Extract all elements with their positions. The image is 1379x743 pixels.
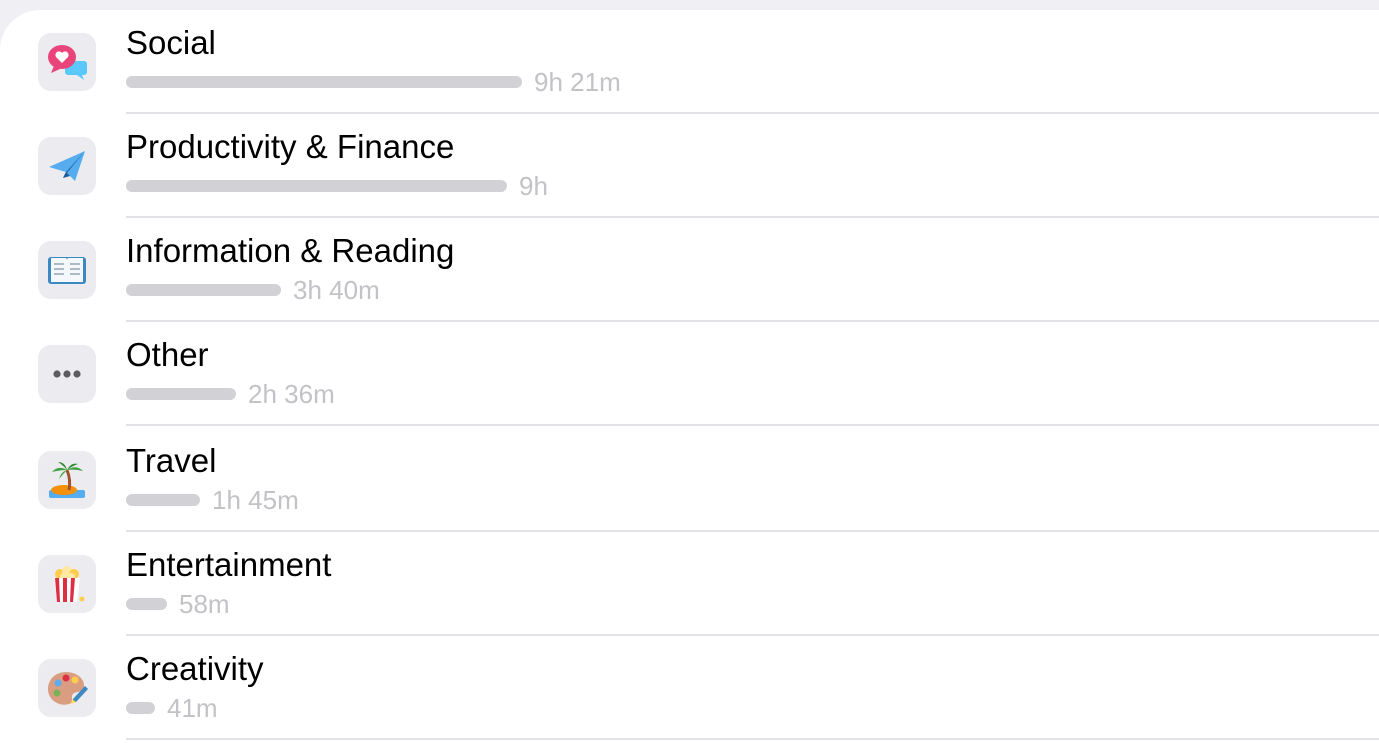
category-icon-tile [38, 241, 96, 299]
category-label: Information & Reading [126, 232, 455, 269]
row-separator [126, 424, 1379, 426]
category-list-card: Social 9h 21m Productivity & Finance 9h [0, 10, 1379, 743]
category-row-information-reading[interactable]: Information & Reading 3h 40m [0, 218, 1379, 322]
category-duration: 58m [179, 589, 230, 619]
category-row-creativity[interactable]: Creativity 41m [0, 636, 1379, 740]
desert-island-icon [49, 462, 85, 498]
category-duration: 1h 45m [212, 485, 299, 515]
category-icon-tile [38, 555, 96, 613]
category-icon-tile [38, 137, 96, 195]
category-icon-tile [38, 659, 96, 717]
category-label: Creativity [126, 650, 264, 687]
category-label: Social [126, 24, 216, 61]
usage-bar [126, 702, 155, 714]
category-row-productivity-finance[interactable]: Productivity & Finance 9h [0, 114, 1379, 218]
more-dots-icon [53, 370, 81, 378]
category-icon-tile [38, 451, 96, 509]
category-duration: 2h 36m [248, 379, 335, 409]
usage-bar [126, 180, 507, 192]
category-row-travel[interactable]: Travel 1h 45m [0, 428, 1379, 532]
popcorn-icon [54, 566, 85, 602]
social-speech-bubbles-heart-icon [48, 45, 87, 80]
category-label: Productivity & Finance [126, 128, 455, 165]
category-label: Travel [126, 442, 217, 479]
category-row-social[interactable]: Social 9h 21m [0, 10, 1379, 114]
open-book-icon [48, 257, 86, 284]
usage-bar [126, 598, 167, 610]
category-label: Entertainment [126, 546, 332, 583]
usage-bar [126, 76, 522, 88]
category-icon-tile [38, 33, 96, 91]
artist-palette-icon [48, 672, 88, 705]
category-label: Other [126, 336, 209, 373]
usage-bar [126, 388, 236, 400]
category-row-entertainment[interactable]: Entertainment 58m [0, 532, 1379, 636]
category-duration: 9h [519, 171, 548, 201]
usage-bar [126, 494, 200, 506]
category-row-other[interactable]: Other 2h 36m [0, 322, 1379, 426]
category-duration: 3h 40m [293, 275, 380, 305]
paper-plane-icon [49, 151, 85, 181]
category-duration: 41m [167, 693, 218, 723]
usage-bar [126, 284, 281, 296]
category-duration: 9h 21m [534, 67, 621, 97]
row-separator [126, 738, 1379, 740]
category-icon-tile [38, 345, 96, 403]
